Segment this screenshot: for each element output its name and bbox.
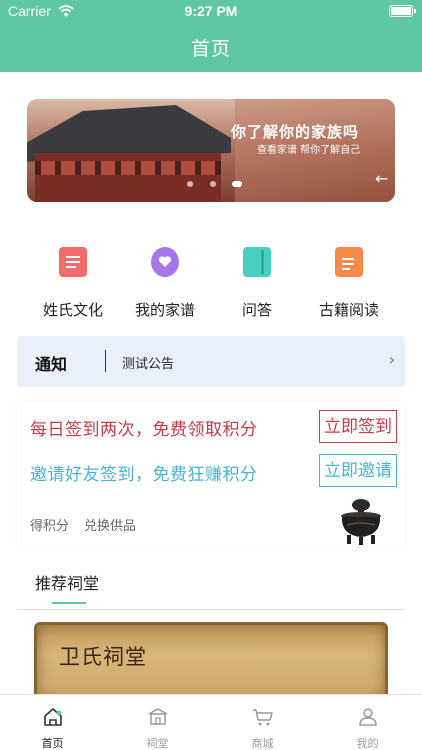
banner-dot[interactable] bbox=[187, 181, 193, 187]
section-title-underline bbox=[52, 602, 86, 604]
banner-hall bbox=[35, 153, 221, 202]
quick-item-label: 姓氏文化 bbox=[42, 301, 103, 319]
notice-title: 通知 bbox=[35, 355, 68, 374]
section-title-recommended: 推荐祠堂 bbox=[35, 574, 100, 593]
daily-checkin-text: 每日签到两次，免费领取积分 bbox=[30, 420, 258, 440]
banner-carousel[interactable]: 你了解你的家族吗 查看家谱 帮你了解自己 ← bbox=[27, 99, 395, 202]
quick-item-label: 古籍阅读 bbox=[318, 301, 379, 319]
tab-label: 首页 bbox=[41, 737, 64, 750]
temple-card[interactable]: 卫氏祠堂 bbox=[34, 622, 388, 702]
tab-label: 我的 bbox=[356, 737, 379, 750]
heart-chat-icon bbox=[151, 247, 179, 277]
incense-burner-icon bbox=[341, 499, 381, 545]
book-icon bbox=[243, 247, 271, 277]
chevron-right-icon: › bbox=[388, 350, 395, 369]
quick-item-ancient-reading[interactable]: 古籍阅读 bbox=[297, 247, 401, 327]
tab-bar: 首页 祠堂 商城 我的 bbox=[0, 694, 422, 750]
quick-item-my-genealogy[interactable]: 我的家谱 bbox=[113, 247, 217, 327]
status-bar: Carrier 9:27 PM bbox=[0, 0, 422, 24]
quick-item-label: 我的家谱 bbox=[134, 301, 195, 319]
document-icon bbox=[59, 247, 87, 277]
banner-dot[interactable] bbox=[232, 181, 242, 187]
clock-time: 9:27 PM bbox=[184, 3, 238, 19]
notice-bar[interactable]: 通知 测试公告 › bbox=[17, 336, 405, 387]
user-icon bbox=[359, 708, 377, 726]
ancient-book-icon bbox=[335, 247, 363, 277]
invite-text: 邀请好友签到，免费狂赚积分 bbox=[30, 465, 258, 485]
quick-item-qa[interactable]: 问答 bbox=[205, 247, 309, 327]
exchange-offerings-link[interactable]: 兑换供品 bbox=[84, 515, 136, 534]
tab-home[interactable]: 首页 bbox=[0, 695, 105, 750]
earn-points-link[interactable]: 得积分 bbox=[30, 515, 69, 534]
header-bar: Carrier 9:27 PM 首页 bbox=[0, 0, 422, 72]
banner-page-dots bbox=[27, 181, 395, 189]
section-divider bbox=[17, 609, 405, 610]
invite-button[interactable]: 立即邀请 bbox=[319, 454, 397, 487]
banner-title: 你了解你的家族吗 bbox=[231, 123, 360, 141]
temple-name: 卫氏祠堂 bbox=[59, 645, 147, 669]
tab-mall[interactable]: 商城 bbox=[210, 695, 315, 750]
tab-profile[interactable]: 我的 bbox=[315, 695, 420, 750]
battery-icon bbox=[389, 5, 416, 17]
cart-icon bbox=[253, 709, 273, 726]
quick-item-surname-culture[interactable]: 姓氏文化 bbox=[21, 247, 125, 327]
notice-divider bbox=[105, 350, 106, 372]
quick-item-label: 问答 bbox=[241, 301, 272, 319]
tab-shrine[interactable]: 祠堂 bbox=[105, 695, 210, 750]
page-title: 首页 bbox=[190, 38, 231, 60]
shrine-icon bbox=[148, 708, 168, 725]
tab-label: 祠堂 bbox=[146, 737, 169, 750]
checkin-card: 每日签到两次，免费领取积分 立即签到 邀请好友签到，免费狂赚积分 立即邀请 得积… bbox=[17, 401, 405, 549]
notice-text: 测试公告 bbox=[122, 357, 175, 372]
banner-subtitle: 查看家谱 帮你了解自己 bbox=[257, 145, 361, 156]
banner-dot[interactable] bbox=[210, 181, 216, 187]
checkin-button[interactable]: 立即签到 bbox=[319, 410, 397, 443]
tab-label: 商城 bbox=[251, 737, 274, 750]
home-icon bbox=[44, 708, 62, 726]
